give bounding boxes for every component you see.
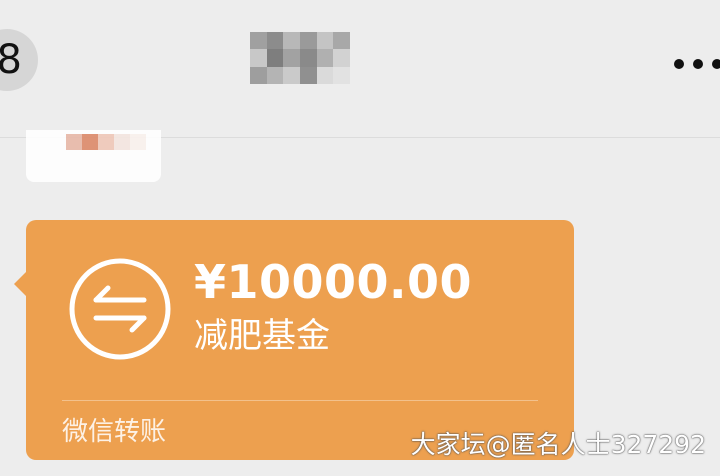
chat-title-pixelated [250, 32, 350, 84]
watermark: 大家坛@匿名人士327292 [410, 430, 706, 459]
previous-message-bubble [26, 130, 161, 182]
transfer-type-label: 微信转账 [62, 417, 167, 447]
more-dots-icon[interactable] [670, 57, 720, 71]
card-divider [62, 400, 538, 401]
back-unread-badge[interactable]: 8 [0, 29, 38, 91]
unread-count: 8 [0, 37, 22, 83]
transfer-note: 减肥基金 [194, 316, 330, 356]
wechat-transfer-card[interactable]: ¥10000.00 减肥基金 微信转账 [14, 220, 574, 460]
transfer-arrows-icon [68, 257, 172, 361]
transfer-amount: ¥10000.00 [194, 255, 473, 309]
previous-message-pixelated [66, 134, 146, 150]
chat-header: 8 [0, 0, 720, 138]
